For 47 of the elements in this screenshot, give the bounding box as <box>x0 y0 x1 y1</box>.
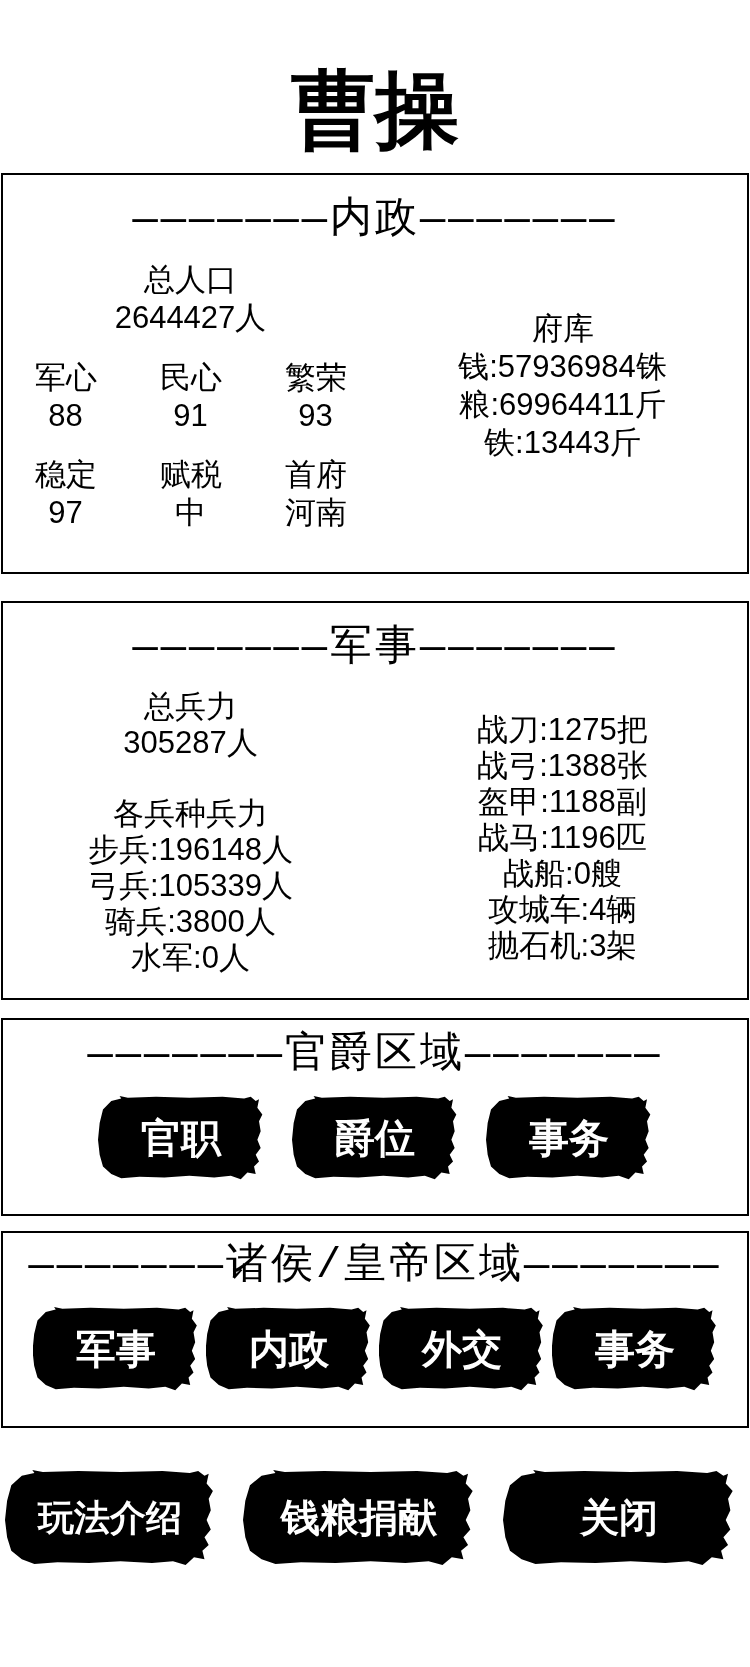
section-button[interactable]: 军事 <box>32 1307 199 1391</box>
stat-label: 赋税 <box>159 456 222 494</box>
stat-label: 民心 <box>159 359 222 397</box>
stat-value: 河南 <box>284 494 347 532</box>
equipment-line: 盔甲:1188副 <box>478 783 647 820</box>
stat-value: 88 <box>48 397 83 435</box>
troop-line: 弓兵:105339人 <box>87 868 294 904</box>
stat-label: 稳定 <box>34 456 97 494</box>
footer-button[interactable]: 玩法介绍 <box>5 1470 215 1566</box>
section-button[interactable]: 事务 <box>551 1307 718 1391</box>
stat-value: 2644427人 <box>114 299 267 337</box>
troop-line: 水军:0人 <box>131 940 250 976</box>
treasury-line: 铁:13443斤 <box>484 423 641 462</box>
treasury-label: 府库 <box>531 309 594 348</box>
stat-label: 繁荣 <box>284 359 347 397</box>
treasury-line: 钱:57936984铢 <box>458 347 667 386</box>
section-header: ———————官爵区域——————— <box>87 1030 663 1080</box>
stat-label: 总兵力 <box>144 689 237 725</box>
stat-label: 各兵种兵力 <box>113 796 268 832</box>
equipment-line: 抛石机:3架 <box>487 927 638 964</box>
treasury-line: 粮:69964411斤 <box>459 385 666 424</box>
equipment-line: 攻城车:4辆 <box>487 891 638 928</box>
footer-button[interactable]: 关闭 <box>503 1470 735 1566</box>
section-header: ———————内政——————— <box>132 195 618 245</box>
stat-value: 97 <box>48 494 83 532</box>
stat-label: 首府 <box>284 456 347 494</box>
section-button[interactable]: 内政 <box>205 1307 372 1391</box>
stat-value: 305287人 <box>123 725 258 761</box>
footer-button[interactable]: 钱粮捐献 <box>243 1470 475 1566</box>
stat-value: 93 <box>298 397 333 435</box>
equipment-line: 战弓:1388张 <box>477 747 648 784</box>
section-button[interactable]: 外交 <box>378 1307 545 1391</box>
troop-line: 步兵:196148人 <box>87 832 294 868</box>
section-header: ———————诸侯/皇帝区域——————— <box>28 1241 722 1291</box>
stat-value: 中 <box>175 494 206 532</box>
section-button[interactable]: 官职 <box>98 1096 264 1180</box>
section-header: ———————军事——————— <box>132 623 618 673</box>
equipment-line: 战船:0艘 <box>503 855 622 892</box>
equipment-line: 战刀:1275把 <box>477 711 648 748</box>
troop-line: 骑兵:3800人 <box>105 904 276 940</box>
equipment-line: 战马:1196匹 <box>478 819 647 856</box>
stat-label: 总人口 <box>144 261 237 299</box>
stat-value: 91 <box>173 397 208 435</box>
section-button[interactable]: 事务 <box>486 1096 652 1180</box>
stat-label: 军心 <box>34 359 97 397</box>
section-button[interactable]: 爵位 <box>292 1096 458 1180</box>
ruler-name-title: 曹操 <box>291 62 459 159</box>
